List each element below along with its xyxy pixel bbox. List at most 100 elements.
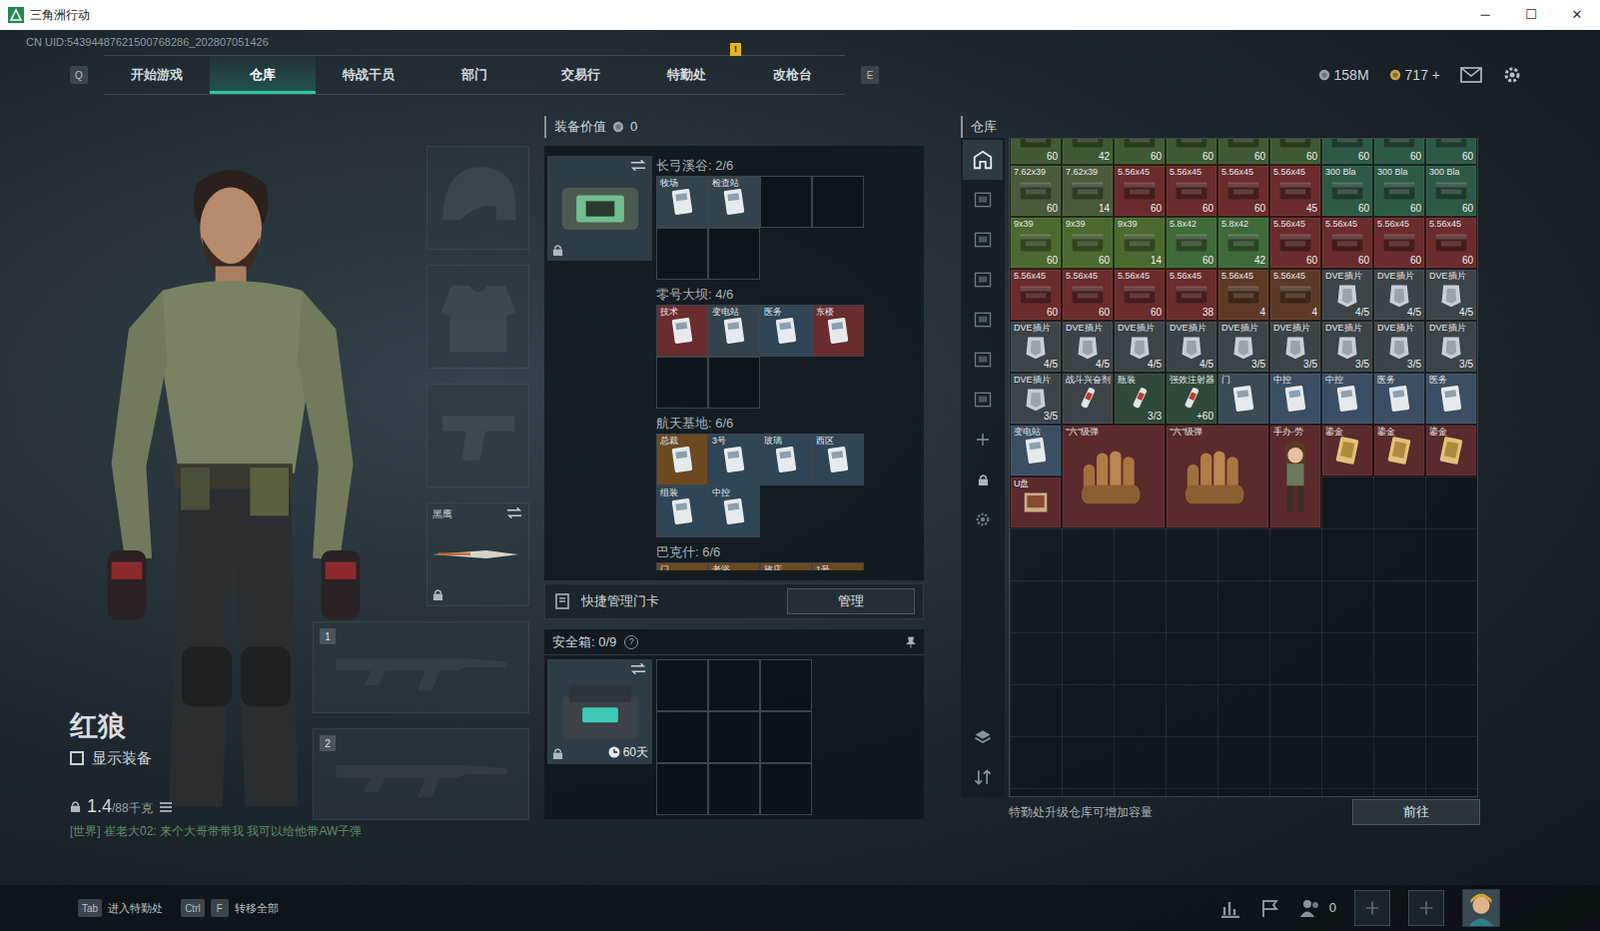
inventory-item[interactable]: U盘 [1009,476,1062,529]
key-card[interactable]: 1号 [811,562,864,571]
key-card[interactable]: 组装 [656,485,709,538]
add-teammate-button[interactable] [1408,889,1445,926]
sidebar-item[interactable] [962,259,1003,300]
weapon-slot[interactable]: 1 [312,621,530,714]
safe-box-slot[interactable] [656,659,709,712]
inventory-item[interactable]: 60 [1113,137,1166,165]
key-card[interactable]: 医务 [760,304,812,357]
help-button[interactable]: ? [624,635,639,650]
inventory-item[interactable]: 300 Bla60 [1373,164,1426,217]
sidebar-item[interactable] [962,499,1003,540]
inventory-item[interactable]: 300 Bla60 [1425,164,1478,217]
inventory-item[interactable]: 强效注射器+60 [1165,372,1218,425]
nav-tab[interactable]: 仓库 [209,55,316,94]
inventory-item[interactable]: 门 [1217,372,1270,425]
tab-label[interactable]: 仓库 [249,64,276,85]
inventory-item[interactable]: 鎏金 [1321,424,1374,477]
inventory-item[interactable]: 中控 [1269,372,1322,425]
empty-card-slot[interactable] [708,356,761,409]
safe-box-slot[interactable] [708,711,761,764]
key-card[interactable]: 牧场 [656,175,709,228]
inventory-item[interactable]: DVE插片4/5 [1009,320,1062,373]
sidebar-item[interactable] [962,419,1003,460]
sidebar-item[interactable] [962,459,1003,500]
key-card[interactable]: 老浴 [708,562,761,571]
inventory-item[interactable]: 5.56x4560 [1217,164,1270,217]
inventory-item[interactable]: 手办·劳 [1269,424,1322,529]
nav-tab[interactable]: 改枪台 [739,55,845,94]
window-control-button[interactable]: ✕ [1554,0,1600,30]
inventory-item[interactable]: 5.56x4545 [1269,164,1322,217]
key-case-container[interactable] [547,155,653,261]
safe-box-slot[interactable] [760,711,812,764]
sidebar-item[interactable] [962,757,1003,798]
inventory-item[interactable]: DVE插片4/5 [1113,320,1166,373]
safe-box-slot[interactable] [708,763,761,815]
inventory-item[interactable]: 60 [1373,137,1426,165]
inventory-item[interactable]: DVE插片4/5 [1425,268,1478,321]
nav-tab[interactable]: 交易行 [527,55,634,94]
inventory-item[interactable]: 5.56x4560 [1113,164,1166,217]
tab-label[interactable]: 改枪台 [773,64,812,85]
inventory-item[interactable]: "六"级弹 [1165,424,1270,529]
nav-tab[interactable]: 部门 [421,55,528,94]
player-avatar[interactable] [1462,888,1501,927]
window-control-button[interactable]: ☐ [1508,0,1555,30]
empty-card-slot[interactable] [656,356,709,409]
inventory-item[interactable]: DVE插片3/5 [1269,320,1322,373]
inventory-item[interactable]: DVE插片3/5 [1425,320,1478,373]
inventory-item[interactable]: 300 Bla60 [1321,164,1374,217]
key-card[interactable]: 东楼 [811,304,864,357]
inventory-item[interactable]: 60 [1321,137,1374,165]
melee-slot[interactable]: 黑鹰 [426,502,530,607]
sidebar-item[interactable] [962,219,1003,260]
tab-label[interactable]: 交易行 [561,64,601,85]
inventory-item[interactable]: 5.56x4560 [1373,216,1426,269]
inventory-item[interactable]: DVE插片3/5 [1009,372,1062,425]
safe-box-container[interactable]: 60天 [547,659,653,765]
inventory-item[interactable]: 中控 [1321,372,1374,425]
tab-label[interactable]: 开始游戏 [130,64,183,85]
go-button[interactable]: 前往 [1352,799,1481,825]
inventory-item[interactable]: DVE插片3/5 [1373,320,1426,373]
inventory-item[interactable]: "六"级弹 [1061,424,1166,529]
safe-box-slot[interactable] [656,711,709,764]
inventory-item[interactable]: 鎏金 [1373,424,1426,477]
inventory-item[interactable]: 5.56x4560 [1113,268,1166,321]
inventory-item[interactable]: 鎏金 [1425,424,1478,477]
nav-tab[interactable]: 特战干员 [315,55,422,94]
pistol-slot[interactable] [426,383,530,488]
key-card[interactable]: 检查站 [708,175,761,228]
add-teammate-button[interactable] [1354,889,1391,926]
key-card[interactable]: 玻璃 [760,433,812,486]
sidebar-item[interactable] [962,339,1003,380]
key-card[interactable]: 总裁 [656,433,709,486]
key-card[interactable]: 技术 [656,304,709,357]
inventory-item[interactable]: 5.56x454 [1217,268,1270,321]
safe-box-slot[interactable] [760,763,812,815]
inventory-item[interactable]: 5.8x4242 [1217,216,1270,269]
key-card[interactable]: 西区 [811,433,864,486]
inventory-item[interactable]: 5.56x4538 [1165,268,1218,321]
inventory-item[interactable]: 5.56x4560 [1425,216,1478,269]
inventory-item[interactable]: 瓶装3/3 [1113,372,1166,425]
inventory-item[interactable]: 42 [1061,137,1114,165]
sidebar-item[interactable] [962,379,1003,420]
inventory-item[interactable]: 60 [1009,137,1062,165]
sidebar-item[interactable] [962,717,1003,758]
sidebar-item[interactable] [962,139,1003,180]
safe-box-slot[interactable] [708,659,761,712]
inventory-item[interactable]: 变电站 [1009,424,1062,477]
inventory-item[interactable]: 5.56x4560 [1061,268,1114,321]
inventory-item[interactable]: 5.56x4560 [1009,268,1062,321]
tab-label[interactable]: 特勤处 [667,64,707,85]
checkbox-box[interactable] [69,751,84,766]
tab-label[interactable]: 特战干员 [342,64,395,85]
inventory-item[interactable]: 9x3960 [1061,216,1114,269]
safe-box-slot[interactable] [760,659,812,712]
inventory-item[interactable]: 60 [1269,137,1322,165]
sidebar-item[interactable] [962,179,1003,220]
key-card[interactable]: 3号 [708,433,761,486]
inventory-item[interactable]: DVE插片4/5 [1061,320,1114,373]
weapon-slot[interactable]: 2 [312,728,530,820]
